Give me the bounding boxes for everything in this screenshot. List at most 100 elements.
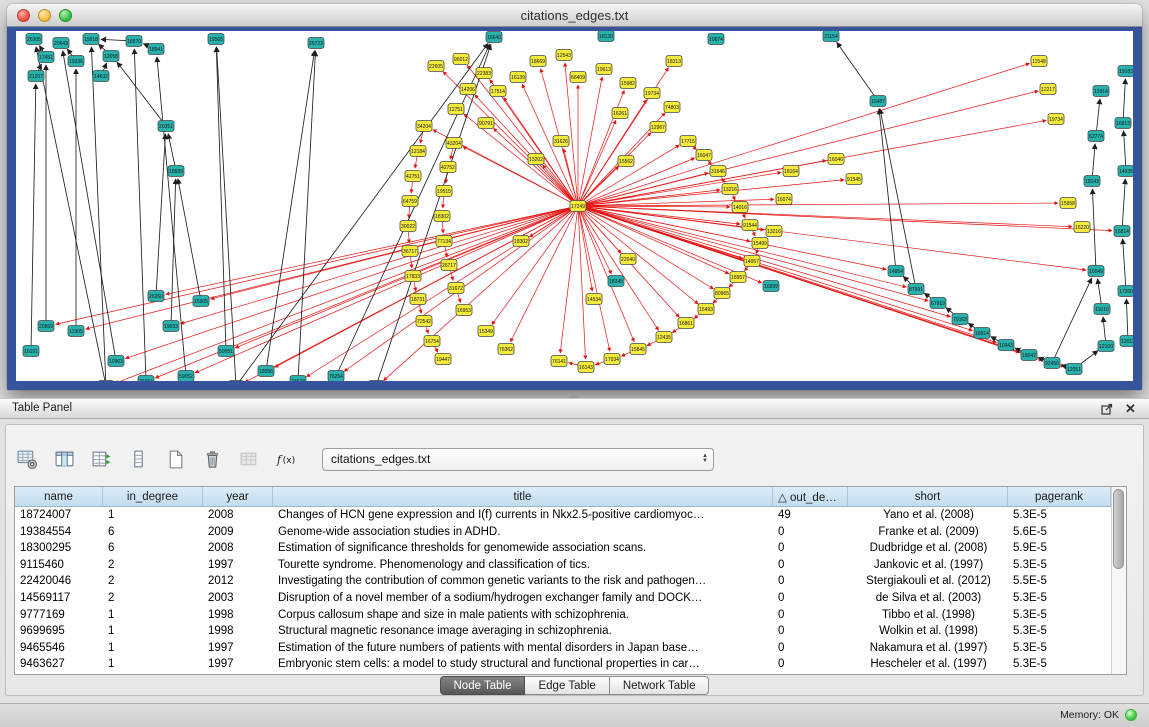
graph-edge[interactable] xyxy=(880,109,916,289)
graph-node[interactable]: 21154 xyxy=(823,31,839,42)
graph-node[interactable]: 10674 xyxy=(708,34,724,45)
graph-node[interactable]: 14206 xyxy=(460,84,476,95)
graph-node[interactable]: 10943 xyxy=(998,340,1014,351)
graph-node[interactable]: 19183 xyxy=(1118,66,1133,77)
graph-edge[interactable] xyxy=(56,206,578,324)
add-column-button[interactable] xyxy=(88,447,114,471)
graph-node[interactable]: 17514 xyxy=(490,86,506,97)
graph-edge[interactable] xyxy=(86,206,578,329)
graph-node[interactable]: 18669 xyxy=(530,56,546,67)
graph-node[interactable]: 19734 xyxy=(1048,114,1064,125)
graph-node[interactable]: 18345 xyxy=(608,276,624,287)
graph-node[interactable]: 59052 xyxy=(178,371,194,382)
graph-node[interactable]: 12100 xyxy=(1098,341,1114,352)
graph-node[interactable]: 15905 xyxy=(193,296,209,307)
graph-node[interactable]: 14632 xyxy=(93,71,109,82)
graph-node[interactable]: 20070 xyxy=(228,381,244,382)
network-canvas[interactable]: 2630520643150181745119336120581657018941… xyxy=(7,27,1142,390)
graph-edge[interactable] xyxy=(91,47,106,381)
graph-edge[interactable] xyxy=(578,206,972,331)
graph-node[interactable]: 14016 xyxy=(732,202,748,213)
graph-edge[interactable] xyxy=(578,63,1029,206)
show-columns-button[interactable] xyxy=(51,447,77,471)
graph-node[interactable]: 26717 xyxy=(441,260,457,271)
graph-node[interactable]: 92450 xyxy=(1044,358,1060,369)
function-builder-button[interactable]: f(x) xyxy=(273,447,299,471)
graph-edge[interactable] xyxy=(134,49,146,381)
graph-node[interactable]: 13216 xyxy=(722,184,738,195)
window-titlebar[interactable]: citations_edges.txt xyxy=(7,4,1142,27)
graph-node[interactable]: 18313 xyxy=(666,56,682,67)
graph-node[interactable]: 77134 xyxy=(436,236,452,247)
column-header-short[interactable]: short xyxy=(848,487,1008,506)
graph-edge[interactable] xyxy=(504,98,578,206)
graph-node[interactable]: 17249 xyxy=(570,201,586,212)
table-settings-button[interactable] xyxy=(14,447,40,471)
graph-node[interactable]: 21207 xyxy=(28,71,44,82)
table-row[interactable]: 1872400712008Changes of HCN gene express… xyxy=(15,507,1126,524)
column-header-year[interactable]: year xyxy=(203,487,273,506)
zoom-window-button[interactable] xyxy=(59,9,72,22)
graph-node[interactable]: 17458 xyxy=(98,381,114,382)
graph-node[interactable]: 16047 xyxy=(696,150,712,161)
graph-node[interactable]: 16191 xyxy=(23,346,39,357)
graph-edge[interactable] xyxy=(181,206,578,324)
graph-edge[interactable] xyxy=(565,63,578,206)
graph-node[interactable]: 26260 xyxy=(148,291,164,302)
graph-node[interactable]: 31646 xyxy=(710,166,726,177)
graph-edge[interactable] xyxy=(578,206,1112,231)
table-row[interactable]: 946362711997Embryonic stem cells: a mode… xyxy=(15,656,1126,673)
table-scrollbar-thumb[interactable] xyxy=(1113,489,1124,569)
graph-node[interactable]: 17451 xyxy=(38,52,54,63)
graph-node[interactable]: 23673 xyxy=(290,376,306,382)
graph-node[interactable]: 16640 xyxy=(486,32,502,43)
graph-node[interactable]: 16139 xyxy=(510,72,526,83)
graph-node[interactable]: 16143 xyxy=(578,362,594,373)
graph-node[interactable]: 15845 xyxy=(630,344,646,355)
import-table-button[interactable] xyxy=(236,447,262,471)
table-row[interactable]: 1938455462009Genome-wide association stu… xyxy=(15,524,1126,541)
network-graph[interactable]: 2630520643150181745119336120581657018941… xyxy=(16,31,1133,381)
table-row[interactable]: 911546021997Tourette syndrome. Phenomeno… xyxy=(15,557,1126,574)
graph-edge[interactable] xyxy=(510,206,578,342)
graph-node[interactable]: 19033 xyxy=(163,321,179,332)
graph-node[interactable]: 18042 xyxy=(1021,350,1037,361)
table-row[interactable]: 1456911722003Disruption of a novel membe… xyxy=(15,590,1126,607)
graph-node[interactable]: 17260 xyxy=(1118,286,1133,297)
graph-node[interactable]: 87991 xyxy=(908,284,924,295)
graph-node[interactable]: 18689 xyxy=(168,166,184,177)
column-header-out_de[interactable]: △ out_de… xyxy=(773,487,848,506)
table-row[interactable]: 2242004622012Investigating the contribut… xyxy=(15,573,1126,590)
tab-node-table[interactable]: Node Table xyxy=(440,676,526,695)
graph-node[interactable]: 18302 xyxy=(434,211,450,222)
graph-node[interactable]: 16953 xyxy=(456,305,472,316)
tab-network-table[interactable]: Network Table xyxy=(610,676,710,695)
graph-node[interactable]: 26305 xyxy=(26,34,42,45)
graph-node[interactable]: 15018 xyxy=(83,34,99,45)
graph-node[interactable]: 20643 xyxy=(53,38,69,49)
graph-edge[interactable] xyxy=(178,179,201,301)
table-row[interactable]: 1830029562008Estimation of significance … xyxy=(15,540,1126,557)
float-panel-button[interactable] xyxy=(1098,401,1115,417)
graph-node[interactable]: 91544 xyxy=(742,220,758,231)
table-row[interactable]: 946554611997Estimation of the future num… xyxy=(15,640,1126,657)
table-scrollbar[interactable] xyxy=(1111,487,1126,674)
column-header-in_degree[interactable]: in_degree xyxy=(103,487,203,506)
graph-node[interactable]: 16487 xyxy=(870,96,886,107)
graph-edge[interactable] xyxy=(63,51,116,361)
graph-node[interactable]: 11010 xyxy=(1094,304,1110,315)
graph-edge[interactable] xyxy=(1126,299,1128,341)
graph-node[interactable]: 30022 xyxy=(400,221,416,232)
graph-node[interactable]: 79163 xyxy=(952,314,968,325)
column-header-title[interactable]: title xyxy=(273,487,773,506)
graph-node[interactable]: 14854 xyxy=(888,266,904,277)
graph-node[interactable]: 91545 xyxy=(846,174,862,185)
graph-node[interactable]: 18914 xyxy=(974,328,990,339)
graph-node[interactable]: 42752 xyxy=(440,162,456,173)
graph-node[interactable]: 11548 xyxy=(1031,56,1047,67)
graph-edge[interactable] xyxy=(217,47,236,381)
graph-node[interactable]: 12184 xyxy=(410,146,426,157)
graph-edge[interactable] xyxy=(578,77,602,206)
graph-node[interactable]: 17715 xyxy=(680,136,696,147)
graph-node[interactable]: 16049 xyxy=(1088,266,1104,277)
